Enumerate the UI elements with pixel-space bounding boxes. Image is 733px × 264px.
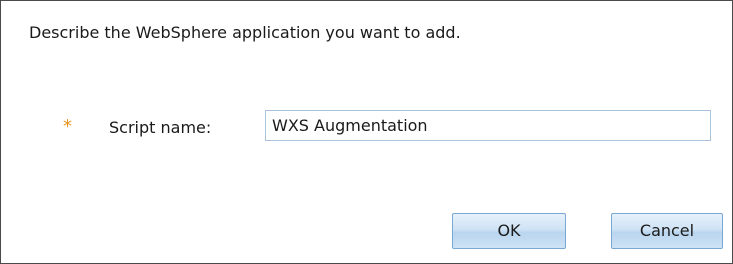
cancel-button[interactable]: Cancel: [611, 213, 723, 249]
dialog-description: Describe the WebSphere application you w…: [29, 23, 461, 42]
script-name-input[interactable]: [265, 110, 711, 141]
add-application-dialog: Describe the WebSphere application you w…: [0, 0, 733, 264]
script-name-label: Script name:: [109, 118, 212, 137]
ok-button[interactable]: OK: [452, 213, 566, 249]
required-asterisk: *: [63, 116, 72, 137]
